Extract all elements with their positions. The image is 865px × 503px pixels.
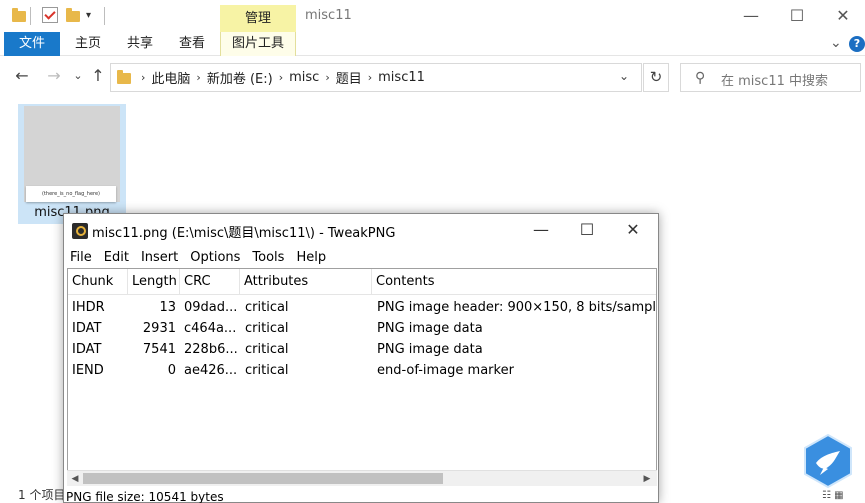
column-header-crc[interactable]: CRC [180, 269, 240, 294]
bird-widget-icon[interactable] [802, 433, 854, 489]
cell-attributes[interactable]: critical [245, 318, 289, 339]
menu-options[interactable]: Options [184, 250, 246, 265]
maximize-icon[interactable]: ☐ [774, 4, 820, 28]
tweakpng-app-icon[interactable] [72, 223, 88, 239]
window-title: misc11 [305, 8, 352, 23]
navigation-bar: ← → ⌄ ↑ › 此电脑 › 新加卷 (E:) › misc › 题目 › m… [0, 57, 865, 97]
cell-attributes[interactable]: critical [245, 360, 289, 381]
close-icon[interactable]: ✕ [610, 218, 656, 242]
folder-icon [117, 70, 131, 84]
cell-chunk[interactable]: IHDR [72, 297, 105, 318]
close-icon[interactable]: ✕ [820, 4, 865, 28]
tab-file[interactable]: 文件 [4, 32, 60, 56]
breadcrumb: › 此电脑 › 新加卷 (E:) › misc › 题目 › misc11 [135, 64, 425, 91]
tweakpng-menu-bar: File Edit Insert Options Tools Help [64, 246, 658, 268]
file-item[interactable]: (there_is_no_flag_here) misc11.png [18, 104, 126, 224]
cell-length[interactable]: 7541 [128, 339, 176, 360]
tab-view[interactable]: 查看 [170, 32, 214, 56]
tab-picture-tools[interactable]: 图片工具 [220, 32, 296, 56]
tweakpng-title: misc11.png (E:\misc\题目\misc11\) - TweakP… [92, 226, 396, 241]
new-folder-icon[interactable] [66, 8, 80, 22]
recent-locations-icon[interactable]: ⌄ [68, 69, 88, 82]
tweakpng-title-bar: misc11.png (E:\misc\题目\misc11\) - TweakP… [64, 214, 658, 246]
forward-arrow-icon[interactable]: → [44, 66, 64, 85]
thumbnail-text: (there_is_no_flag_here) [26, 186, 116, 202]
menu-tools[interactable]: Tools [246, 250, 290, 265]
chevron-down-icon[interactable]: ⌄ [830, 35, 842, 51]
cell-contents[interactable]: PNG image data [377, 339, 483, 360]
help-icon[interactable]: ? [849, 36, 865, 52]
menu-insert[interactable]: Insert [135, 250, 184, 265]
breadcrumb-separator[interactable]: › [196, 71, 200, 84]
status-item-count: 1 个项目 [18, 488, 66, 502]
toolbar-divider [30, 7, 31, 25]
cell-crc[interactable]: c464a... [184, 318, 236, 339]
tab-home[interactable]: 主页 [66, 32, 110, 56]
cell-chunk[interactable]: IDAT [72, 339, 101, 360]
breadcrumb-this-pc[interactable]: 此电脑 [151, 68, 190, 87]
column-header-contents[interactable]: Contents [372, 269, 656, 294]
cell-length[interactable]: 13 [128, 297, 176, 318]
file-thumbnail: (there_is_no_flag_here) [24, 106, 120, 202]
menu-file[interactable]: File [64, 250, 98, 265]
cell-length[interactable]: 2931 [128, 318, 176, 339]
back-arrow-icon[interactable]: ← [12, 66, 32, 85]
cell-crc[interactable]: 09dad... [184, 297, 237, 318]
search-icon: ⚲ [695, 70, 706, 86]
column-header-length[interactable]: Length [128, 269, 180, 294]
maximize-icon[interactable]: ☐ [564, 218, 610, 242]
breadcrumb-separator[interactable]: › [325, 71, 329, 84]
address-bar[interactable]: › 此电脑 › 新加卷 (E:) › misc › 题目 › misc11 ⌄ [110, 63, 642, 92]
tab-share[interactable]: 共享 [118, 32, 162, 56]
menu-help[interactable]: Help [290, 250, 332, 265]
cell-contents[interactable]: PNG image data [377, 318, 483, 339]
cell-attributes[interactable]: critical [245, 339, 289, 360]
ribbon: 文件 主页 共享 查看 图片工具 ⌄ ? [0, 32, 865, 56]
search-input[interactable]: ⚲ 在 misc11 中搜索 [680, 63, 861, 92]
cell-chunk[interactable]: IDAT [72, 318, 101, 339]
column-header-attributes[interactable]: Attributes [240, 269, 372, 294]
cell-length[interactable]: 0 [128, 360, 176, 381]
breadcrumb-tiMu[interactable]: 题目 [336, 68, 362, 87]
breadcrumb-separator[interactable]: › [368, 71, 372, 84]
minimize-icon[interactable]: — [728, 4, 774, 28]
chevron-down-icon[interactable]: ⌄ [619, 69, 629, 83]
breadcrumb-misc11[interactable]: misc11 [378, 70, 425, 85]
horizontal-scrollbar[interactable]: ◀ ▶ [67, 470, 657, 486]
manage-tab-group[interactable]: 管理 [220, 5, 296, 32]
cell-chunk[interactable]: IEND [72, 360, 104, 381]
breadcrumb-drive[interactable]: 新加卷 (E:) [207, 68, 273, 87]
chunk-list[interactable]: Chunk Length CRC Attributes Contents IHD… [67, 268, 657, 480]
cell-crc[interactable]: 228b6... [184, 339, 238, 360]
column-header-chunk[interactable]: Chunk [68, 269, 128, 294]
chevron-down-icon[interactable]: ▾ [86, 10, 91, 21]
cell-contents[interactable]: end-of-image marker [377, 360, 514, 381]
header-divider [68, 294, 656, 295]
refresh-icon[interactable]: ↻ [643, 63, 669, 92]
breadcrumb-misc[interactable]: misc [289, 70, 319, 85]
menu-edit[interactable]: Edit [98, 250, 135, 265]
up-arrow-icon[interactable]: ↑ [88, 66, 108, 85]
search-placeholder: 在 misc11 中搜索 [721, 74, 829, 89]
scroll-right-icon[interactable]: ▶ [639, 471, 655, 487]
view-toggle-icons[interactable]: ☷ ▦ [822, 490, 844, 501]
scroll-left-icon[interactable]: ◀ [67, 471, 83, 487]
breadcrumb-separator[interactable]: › [279, 71, 283, 84]
minimize-icon[interactable]: — [518, 218, 564, 242]
cell-contents[interactable]: PNG image header: 900×150, 8 bits/sample… [377, 297, 656, 318]
folder-icon[interactable] [12, 8, 26, 22]
scrollbar-thumb[interactable] [83, 473, 443, 484]
breadcrumb-separator[interactable]: › [141, 71, 145, 84]
explorer-title-bar: ▾ 管理 misc11 — ☐ ✕ [0, 0, 865, 32]
cell-attributes[interactable]: critical [245, 297, 289, 318]
toolbar-divider [104, 7, 105, 25]
cell-crc[interactable]: ae426... [184, 360, 237, 381]
tweakpng-window: misc11.png (E:\misc\题目\misc11\) - TweakP… [63, 213, 659, 503]
checkmark-icon[interactable] [42, 7, 58, 23]
tweakpng-status: PNG file size: 10541 bytes [66, 490, 224, 503]
